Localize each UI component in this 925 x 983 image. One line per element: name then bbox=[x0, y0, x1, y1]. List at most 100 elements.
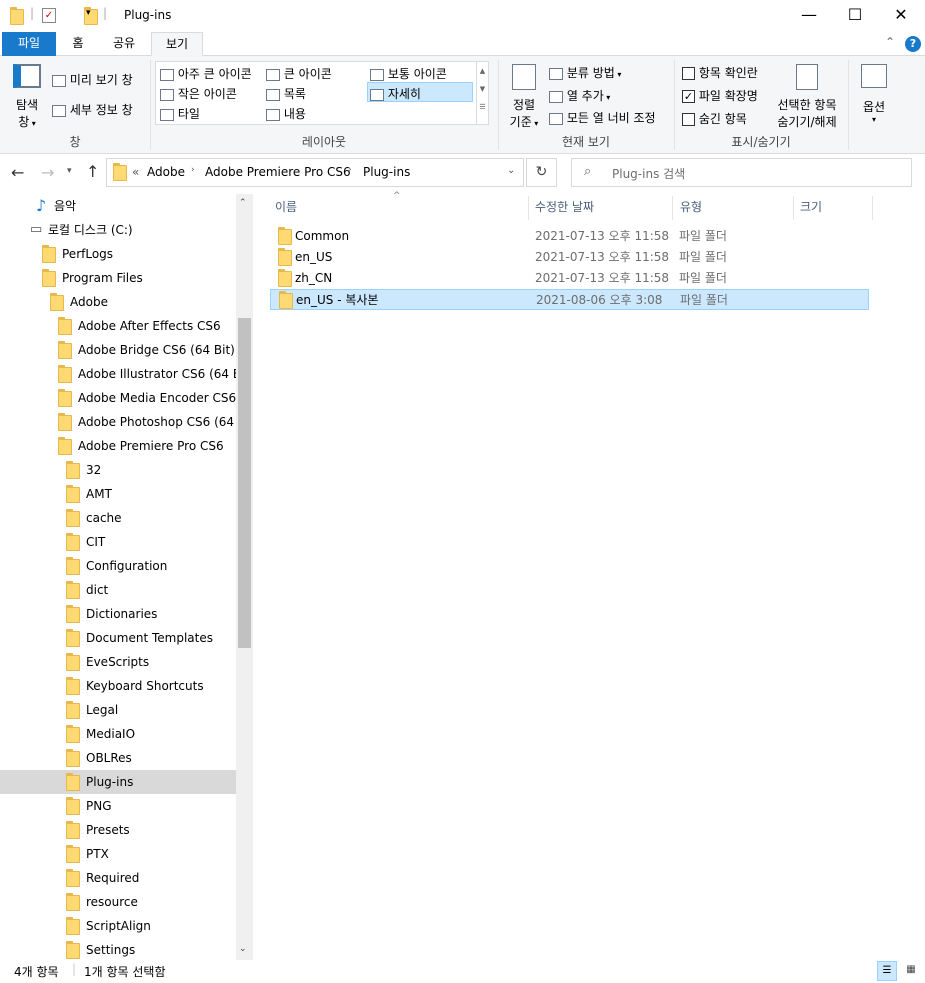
nav-tree-item[interactable]: resource bbox=[0, 890, 236, 914]
breadcrumb-chevron-icon[interactable]: › bbox=[348, 165, 352, 175]
details-pane-button[interactable]: 세부 정보 창 bbox=[52, 101, 133, 118]
column-divider[interactable] bbox=[672, 196, 673, 220]
nav-tree-item[interactable]: Adobe Premiere Pro CS6 bbox=[0, 434, 236, 458]
nav-tree-item[interactable]: Settings bbox=[0, 938, 236, 960]
item-checkboxes-checkbox[interactable] bbox=[682, 67, 695, 80]
layout-details[interactable]: 자세히 bbox=[367, 82, 473, 102]
add-columns-button[interactable]: 열 추가 ▾ bbox=[549, 87, 610, 104]
nav-tree-item[interactable]: ♪ 음악 bbox=[0, 194, 236, 218]
breadcrumb-adobe[interactable]: Adobe bbox=[147, 165, 185, 179]
nav-tree-item[interactable]: cache bbox=[0, 506, 236, 530]
back-arrow-icon[interactable]: ← bbox=[11, 163, 24, 182]
file-row[interactable]: en_US - 복사본 2021-08-06 오후 3:08 파일 폴더 bbox=[270, 289, 869, 310]
address-bar[interactable]: « Adobe › Adobe Premiere Pro CS6 › Plug-… bbox=[106, 158, 524, 187]
file-row[interactable]: zh_CN 2021-07-13 오후 11:58 파일 폴더 bbox=[270, 268, 869, 289]
collapse-ribbon-icon[interactable]: ⌃ bbox=[885, 35, 895, 49]
nav-tree-item[interactable]: ▭ 로컬 디스크 (C:) bbox=[0, 218, 236, 242]
size-columns-button[interactable]: 모든 열 너비 조정 bbox=[549, 109, 656, 126]
hidden-items-checkbox[interactable] bbox=[682, 113, 695, 126]
refresh-button[interactable]: ↻ bbox=[526, 158, 557, 187]
nav-scrollbar-thumb[interactable] bbox=[238, 318, 251, 648]
nav-tree-item[interactable]: Required bbox=[0, 866, 236, 890]
nav-tree-item[interactable]: Adobe Bridge CS6 (64 Bit) bbox=[0, 338, 236, 362]
layout-content[interactable]: 내용 bbox=[266, 105, 306, 122]
search-input[interactable]: Plug-ins 검색 bbox=[612, 165, 685, 182]
item-checkboxes-toggle[interactable]: 항목 확인란 bbox=[682, 64, 758, 81]
tab-home[interactable]: 홈 bbox=[62, 32, 94, 56]
layout-scroll[interactable]: ▲ ▼ ☰ bbox=[476, 62, 488, 124]
help-icon[interactable]: ? bbox=[905, 36, 921, 52]
scroll-down-icon[interactable]: ⌄ bbox=[239, 944, 247, 954]
recent-locations-icon[interactable]: ▾ bbox=[67, 166, 72, 176]
nav-tree-item[interactable]: PerfLogs bbox=[0, 242, 236, 266]
nav-tree-item[interactable]: Presets bbox=[0, 818, 236, 842]
column-header-size[interactable]: 크기 bbox=[800, 197, 860, 221]
file-extensions-checkbox[interactable]: ✓ bbox=[682, 90, 695, 103]
group-by-button[interactable]: 분류 방법 ▾ bbox=[549, 64, 621, 81]
nav-tree-item[interactable]: dict bbox=[0, 578, 236, 602]
nav-tree-item[interactable]: 32 bbox=[0, 458, 236, 482]
tab-share[interactable]: 공유 bbox=[104, 32, 144, 56]
forward-arrow-icon[interactable]: → bbox=[41, 163, 54, 182]
nav-tree-item[interactable]: OBLRes bbox=[0, 746, 236, 770]
column-divider[interactable] bbox=[872, 196, 873, 220]
nav-tree-item[interactable]: Plug-ins bbox=[0, 770, 236, 794]
nav-tree-item[interactable]: Dictionaries bbox=[0, 602, 236, 626]
navigation-pane-button[interactable]: 탐색 창 ▾ bbox=[10, 64, 44, 129]
file-extensions-toggle[interactable]: ✓ 파일 확장명 bbox=[682, 87, 758, 104]
nav-tree-item[interactable]: Adobe Media Encoder CS6 bbox=[0, 386, 236, 410]
nav-tree-item[interactable]: Document Templates bbox=[0, 626, 236, 650]
nav-tree-item[interactable]: PTX bbox=[0, 842, 236, 866]
breadcrumb-plugins[interactable]: Plug-ins bbox=[363, 165, 410, 179]
nav-tree-item[interactable]: Configuration bbox=[0, 554, 236, 578]
breadcrumb-premiere[interactable]: Adobe Premiere Pro CS6 bbox=[205, 165, 351, 179]
overflow-chevron[interactable]: « bbox=[132, 165, 139, 179]
details-view-icon[interactable]: ☰ bbox=[877, 961, 897, 981]
folder-icon bbox=[58, 341, 72, 359]
nav-tree-item[interactable]: Adobe bbox=[0, 290, 236, 314]
nav-tree-item[interactable]: Adobe Illustrator CS6 (64 Bit) bbox=[0, 362, 254, 386]
minimize-button[interactable]: — bbox=[786, 0, 832, 32]
nav-tree-item[interactable]: Adobe After Effects CS6 bbox=[0, 314, 236, 338]
sort-by-button[interactable]: 정렬 기준 ▾ bbox=[504, 64, 544, 132]
address-dropdown-icon[interactable]: ⌄ bbox=[507, 165, 515, 176]
close-button[interactable]: ✕ bbox=[878, 0, 924, 32]
layout-tiles[interactable]: 타일 bbox=[160, 105, 200, 122]
maximize-button[interactable]: ☐ bbox=[832, 0, 878, 32]
layout-small-icons[interactable]: 작은 아이콘 bbox=[160, 85, 237, 102]
options-button[interactable]: 옵션 ▾ bbox=[856, 64, 892, 124]
hide-selected-button[interactable]: 선택한 항목 숨기기/해제 bbox=[772, 64, 842, 130]
layout-list[interactable]: 목록 bbox=[266, 85, 306, 102]
column-header-date[interactable]: 수정한 날짜 bbox=[535, 197, 665, 221]
layout-large-icons[interactable]: 큰 아이콘 bbox=[266, 65, 332, 82]
nav-tree-item[interactable]: PNG bbox=[0, 794, 236, 818]
nav-tree-item[interactable]: ScriptAlign bbox=[0, 914, 236, 938]
column-divider[interactable] bbox=[528, 196, 529, 220]
tab-file[interactable]: 파일 bbox=[2, 32, 56, 56]
nav-tree-item[interactable]: Program Files bbox=[0, 266, 236, 290]
large-icons-view-icon[interactable]: ▦ bbox=[901, 961, 921, 981]
nav-tree-item[interactable]: Adobe Photoshop CS6 (64 Bi bbox=[0, 410, 249, 434]
nav-tree-item[interactable]: EveScripts bbox=[0, 650, 236, 674]
breadcrumb-chevron-icon[interactable]: › bbox=[191, 165, 195, 175]
search-box[interactable]: ⌕ Plug-ins 검색 bbox=[571, 158, 912, 187]
file-row[interactable]: Common 2021-07-13 오후 11:58 파일 폴더 bbox=[270, 226, 869, 247]
nav-tree-item[interactable]: MediaIO bbox=[0, 722, 236, 746]
nav-tree-item[interactable]: CIT bbox=[0, 530, 236, 554]
layout-medium-icons[interactable]: 보통 아이콘 bbox=[370, 65, 447, 82]
column-header-name[interactable]: 이름 bbox=[275, 197, 525, 221]
preview-pane-button[interactable]: 미리 보기 창 bbox=[52, 71, 133, 88]
nav-tree-item[interactable]: AMT bbox=[0, 482, 236, 506]
column-header-type[interactable]: 유형 bbox=[680, 197, 780, 221]
file-row[interactable]: en_US 2021-07-13 오후 11:58 파일 폴더 bbox=[270, 247, 869, 268]
column-divider[interactable] bbox=[793, 196, 794, 220]
customize-qat-icon[interactable]: ▾ bbox=[86, 8, 91, 18]
scroll-up-icon[interactable]: ⌃ bbox=[239, 198, 247, 208]
hidden-items-toggle[interactable]: 숨긴 항목 bbox=[682, 110, 747, 127]
up-arrow-icon[interactable]: ↑ bbox=[86, 162, 99, 181]
nav-tree-item[interactable]: Legal bbox=[0, 698, 236, 722]
properties-icon[interactable]: ✓ bbox=[42, 8, 56, 23]
layout-extra-large-icons[interactable]: 아주 큰 아이콘 bbox=[160, 65, 252, 82]
nav-tree-item[interactable]: Keyboard Shortcuts bbox=[0, 674, 236, 698]
tab-view[interactable]: 보기 bbox=[151, 32, 203, 56]
